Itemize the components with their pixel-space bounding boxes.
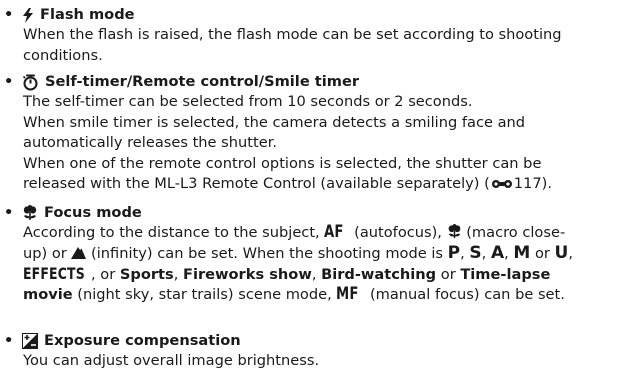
body-text: (macro close- <box>461 224 566 241</box>
manual-page: • Flash mode When the flash is raised, t… <box>0 0 631 375</box>
effects-label: EFFECTS <box>23 264 85 283</box>
scene-sports: Sports <box>119 266 174 283</box>
item-body: When the flash is raised, the flash mode… <box>23 25 631 66</box>
body-line: The self-timer can be selected from 10 s… <box>23 93 473 110</box>
page-reference-icon <box>491 179 513 189</box>
body-text: , <box>311 266 322 283</box>
body-line: When the flash is raised, the flash mode… <box>23 26 562 43</box>
body-text: , <box>504 244 514 262</box>
mode-u: U <box>554 242 569 263</box>
scene-bird-watching: Bird-watching <box>321 266 437 283</box>
item-heading: Exposure compensation <box>22 331 631 351</box>
macro-flower-icon <box>22 205 38 221</box>
body-line: up) or (infinity) can be set. When the s… <box>23 244 631 265</box>
heading-text: Exposure compensation <box>44 332 241 349</box>
body-text: (autofocus), <box>349 224 447 241</box>
body-text: , <box>481 244 491 262</box>
mode-m: M <box>513 242 531 263</box>
body-text: released with the ML-L3 Remote Control (… <box>23 175 490 192</box>
heading-text: Focus mode <box>44 204 142 221</box>
item-body: You can adjust overall image brightness. <box>23 351 631 372</box>
body-line: movie (night sky, star trails) scene mod… <box>23 285 631 306</box>
item-heading: Flash mode <box>22 5 631 25</box>
af-label: AF <box>324 222 344 242</box>
heading-text: Self-timer/Remote control/Smile timer <box>45 73 360 90</box>
bullet: • <box>4 73 14 90</box>
body-text: (night sky, star trails) scene mode, <box>72 285 337 303</box>
body-text: , <box>568 244 573 262</box>
body-line: According to the distance to the subject… <box>23 223 631 244</box>
heading-text: Flash mode <box>40 6 135 23</box>
body-text: or <box>530 244 555 262</box>
body-line: When one of the remote control options i… <box>23 154 542 172</box>
list-item-self-timer: • Self-timer/Remote control/Smile timer … <box>0 72 631 195</box>
bullet: • <box>4 6 14 23</box>
item-body: According to the distance to the subject… <box>23 223 631 305</box>
mode-a: A <box>490 242 505 263</box>
list-item-flash-mode: • Flash mode When the flash is raised, t… <box>0 5 631 66</box>
mode-s: S <box>469 242 482 263</box>
list-item-exposure-compensation: • Exposure compensation You can adjust o… <box>0 331 631 372</box>
body-line: conditions. <box>23 46 103 64</box>
infinity-mountain-icon <box>71 246 87 259</box>
body-text: According to the distance to the subject… <box>23 224 325 241</box>
body-text: , <box>173 266 183 283</box>
body-text: up) or <box>23 244 72 262</box>
body-text: (manual focus) can be set. <box>365 285 565 303</box>
scene-time-lapse-movie: movie <box>23 285 73 303</box>
mode-p: P <box>447 242 461 263</box>
page-reference[interactable]: 117 <box>514 175 542 192</box>
item-body: The self-timer can be selected from 10 s… <box>23 92 631 195</box>
body-line: automatically releases the shutter. <box>23 134 278 151</box>
body-line: When smile timer is selected, the camera… <box>23 113 526 131</box>
item-heading: Focus mode <box>22 203 631 223</box>
body-line: You can adjust overall image brightness. <box>23 352 320 369</box>
body-text: or <box>436 266 461 283</box>
body-line: released with the ML-L3 Remote Control (… <box>23 174 631 195</box>
body-text: (infinity) can be set. When the shooting… <box>86 244 448 262</box>
list-item-focus-mode: • Focus mode According to the distance t… <box>0 203 631 305</box>
body-text: ). <box>541 175 552 192</box>
item-heading: Self-timer/Remote control/Smile timer <box>22 72 631 92</box>
scene-fireworks-show: Fireworks show <box>182 266 312 283</box>
bullet: • <box>4 204 14 221</box>
bullet: • <box>4 332 14 349</box>
body-line: EFFECTS , or Sports, Fireworks show, Bird… <box>23 264 631 285</box>
body-text: , or <box>91 266 120 283</box>
flash-icon <box>22 7 34 23</box>
scene-time-lapse: Time-lapse <box>460 266 551 283</box>
macro-flower-icon <box>447 224 462 239</box>
self-timer-icon <box>22 74 39 91</box>
exposure-compensation-icon <box>22 333 38 349</box>
mf-label: MF <box>336 283 359 304</box>
